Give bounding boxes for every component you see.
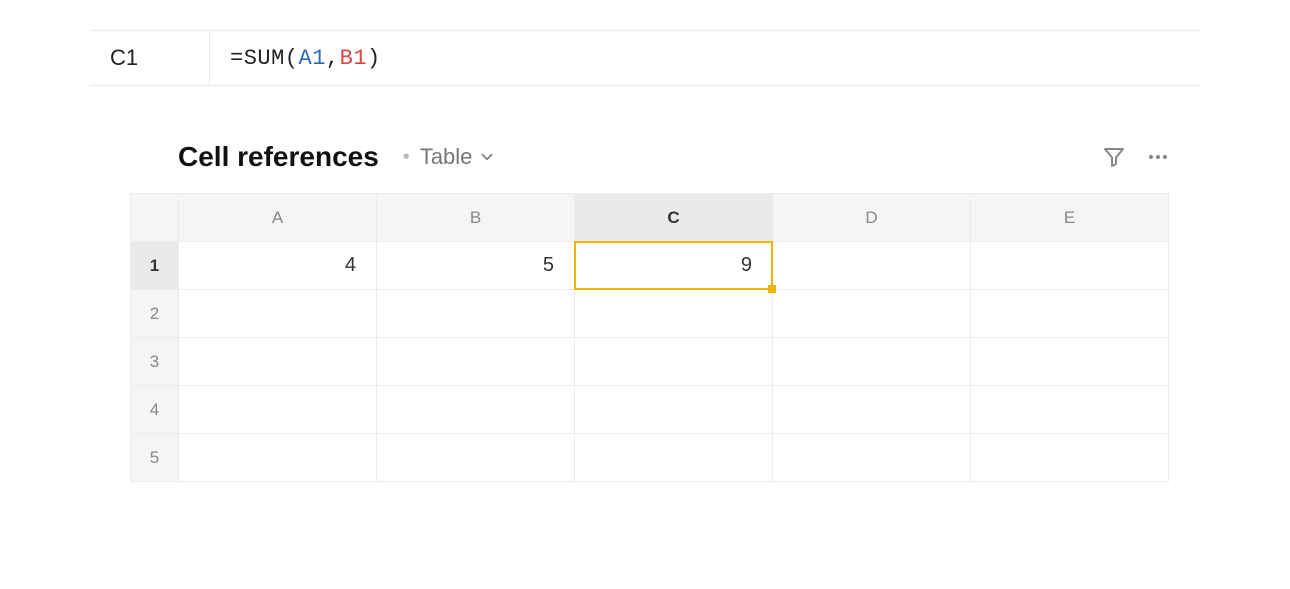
cell-c1-value: 9 <box>741 254 752 276</box>
cell-a2[interactable] <box>179 290 377 338</box>
column-header-b[interactable]: B <box>377 194 575 242</box>
formula-ref-b1: B1 <box>340 46 367 71</box>
cell-a4[interactable] <box>179 386 377 434</box>
column-header-a[interactable]: A <box>179 194 377 242</box>
cell-d3[interactable] <box>773 338 971 386</box>
row-header-2[interactable]: 2 <box>131 290 179 338</box>
fill-handle[interactable] <box>768 285 776 293</box>
cell-c3[interactable] <box>575 338 773 386</box>
table-area: Cell references • Table A B C D E <box>130 141 1170 482</box>
active-cell-reference[interactable]: C1 <box>90 31 210 85</box>
cell-c4[interactable] <box>575 386 773 434</box>
cell-e4[interactable] <box>971 386 1169 434</box>
table-header-row: Cell references • Table <box>178 141 1170 173</box>
column-header-e[interactable]: E <box>971 194 1169 242</box>
table-actions <box>1102 145 1170 169</box>
formula-bar: C1 =SUM(A1,B1) <box>90 30 1200 86</box>
cell-c1[interactable]: 9 <box>575 242 773 290</box>
cell-b3[interactable] <box>377 338 575 386</box>
cell-d4[interactable] <box>773 386 971 434</box>
column-header-c[interactable]: C <box>575 194 773 242</box>
row-header-5[interactable]: 5 <box>131 434 179 482</box>
row-header-1[interactable]: 1 <box>131 242 179 290</box>
grid-corner[interactable] <box>131 194 179 242</box>
formula-ref-a1: A1 <box>299 46 326 71</box>
formula-suffix: ) <box>367 46 381 71</box>
cell-b5[interactable] <box>377 434 575 482</box>
cell-b4[interactable] <box>377 386 575 434</box>
cell-c2[interactable] <box>575 290 773 338</box>
row-header-4[interactable]: 4 <box>131 386 179 434</box>
row-header-3[interactable]: 3 <box>131 338 179 386</box>
cell-e2[interactable] <box>971 290 1169 338</box>
cell-e3[interactable] <box>971 338 1169 386</box>
formula-input[interactable]: =SUM(A1,B1) <box>210 31 1200 85</box>
cell-a1[interactable]: 4 <box>179 242 377 290</box>
separator-dot: • <box>403 146 410 169</box>
table-title[interactable]: Cell references <box>178 141 379 173</box>
cell-e5[interactable] <box>971 434 1169 482</box>
view-type-selector[interactable]: Table <box>420 144 497 170</box>
chevron-down-icon <box>478 148 496 166</box>
more-options-icon[interactable] <box>1146 145 1170 169</box>
cell-a5[interactable] <box>179 434 377 482</box>
cell-b1[interactable]: 5 <box>377 242 575 290</box>
cell-d1[interactable] <box>773 242 971 290</box>
formula-sep: , <box>326 46 340 71</box>
filter-icon[interactable] <box>1102 145 1126 169</box>
formula-prefix: =SUM( <box>230 46 299 71</box>
column-header-d[interactable]: D <box>773 194 971 242</box>
spreadsheet-grid: A B C D E 1 4 5 9 2 3 <box>130 193 1169 482</box>
cell-d2[interactable] <box>773 290 971 338</box>
cell-c5[interactable] <box>575 434 773 482</box>
cell-e1[interactable] <box>971 242 1169 290</box>
cell-d5[interactable] <box>773 434 971 482</box>
cell-b2[interactable] <box>377 290 575 338</box>
cell-a3[interactable] <box>179 338 377 386</box>
view-type-label: Table <box>420 144 473 170</box>
